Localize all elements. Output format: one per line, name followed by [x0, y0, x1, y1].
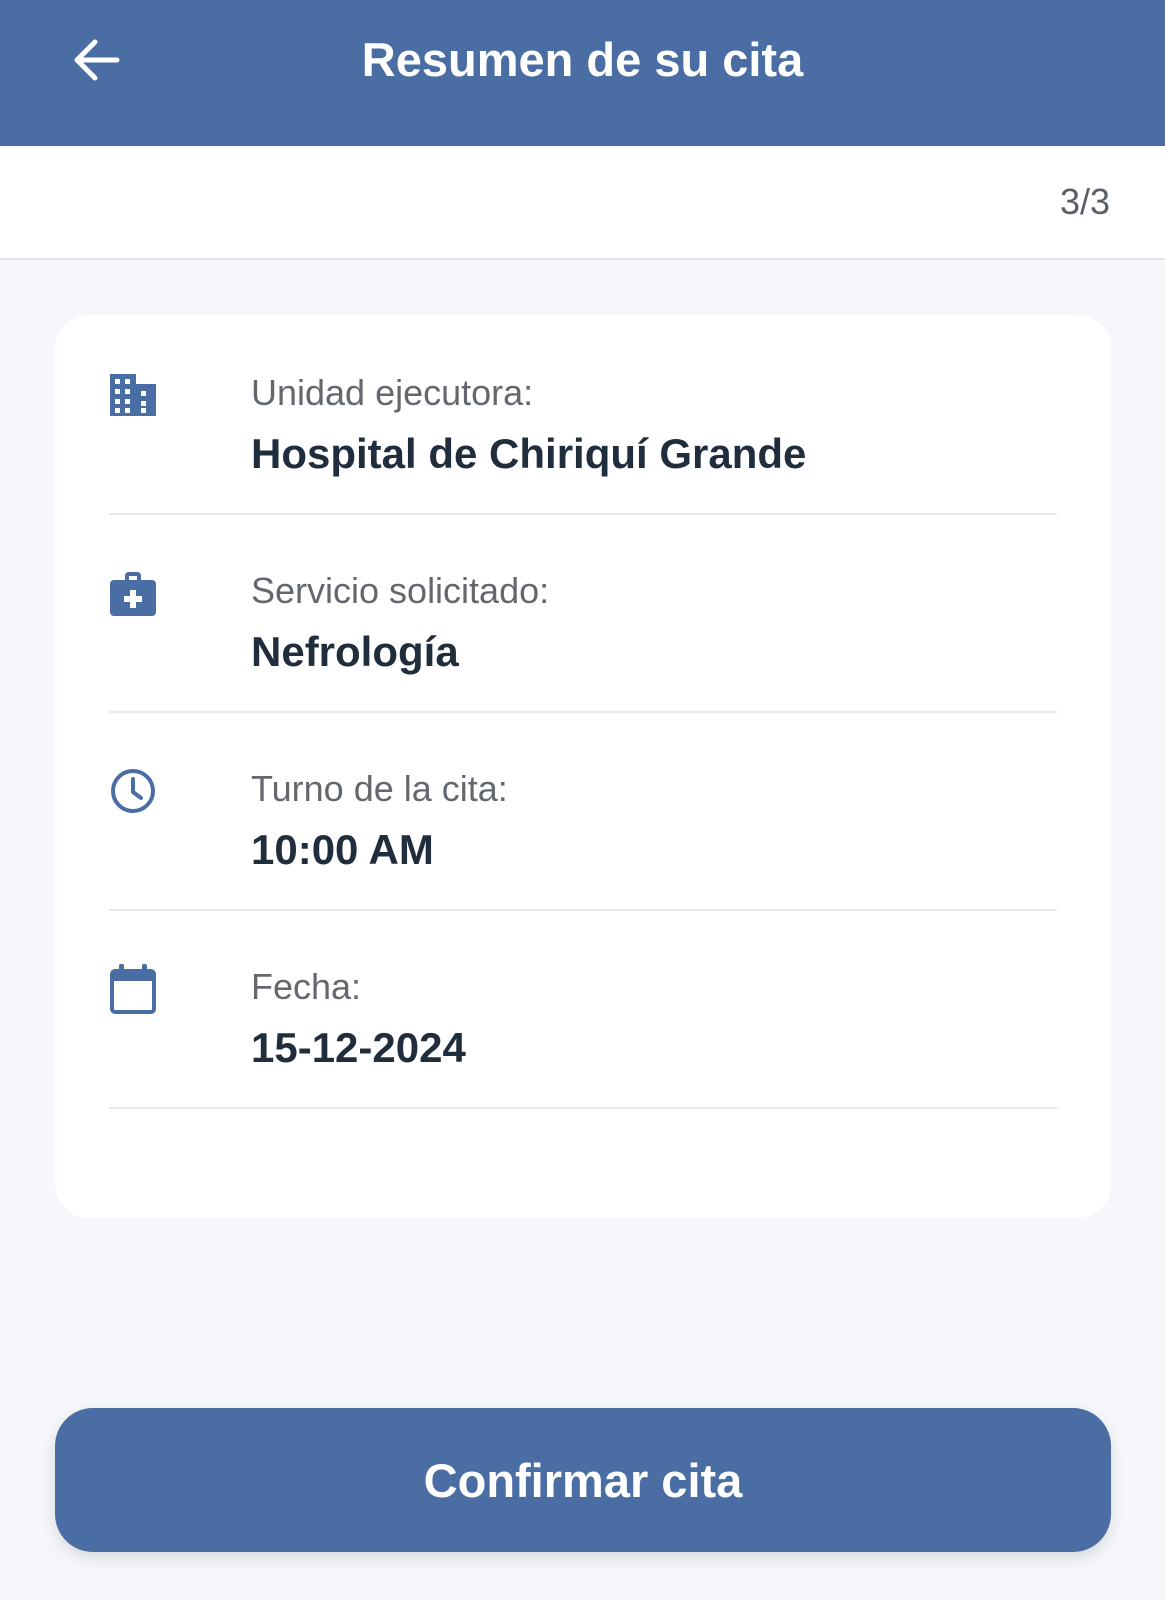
- app-header: Resumen de su cita: [0, 0, 1165, 146]
- calendar-icon: [109, 964, 157, 1014]
- summary-row-turno: Turno de la cita: 10:00 AM: [109, 711, 1057, 911]
- step-indicator: 3/3: [1059, 181, 1110, 222]
- servicio-label: Servicio solicitado:: [251, 570, 550, 611]
- unidad-value: Hospital de Chiriquí Grande: [251, 430, 807, 477]
- turno-label: Turno de la cita:: [251, 768, 508, 809]
- servicio-value: Nefrología: [251, 628, 459, 675]
- clock-icon: [109, 767, 157, 815]
- unidad-label: Unidad ejecutora:: [251, 372, 534, 413]
- summary-row-unidad: Unidad ejecutora: Hospital de Chiriquí G…: [109, 315, 1057, 515]
- summary-row-servicio: Servicio solicitado: Nefrología: [109, 513, 1057, 713]
- turno-value: 10:00 AM: [251, 826, 434, 873]
- step-bar: 3/3: [0, 146, 1165, 260]
- page-title: Resumen de su cita: [361, 33, 804, 86]
- medical-bag-icon: [109, 569, 157, 617]
- summary-card: Unidad ejecutora: Hospital de Chiriquí G…: [55, 315, 1111, 1218]
- building-icon: [109, 371, 157, 419]
- fecha-label: Fecha:: [251, 966, 362, 1007]
- summary-row-fecha: Fecha: 15-12-2024: [109, 909, 1057, 1109]
- confirm-button[interactable]: Confirmar cita: [55, 1408, 1111, 1552]
- fecha-value: 15-12-2024: [251, 1024, 466, 1071]
